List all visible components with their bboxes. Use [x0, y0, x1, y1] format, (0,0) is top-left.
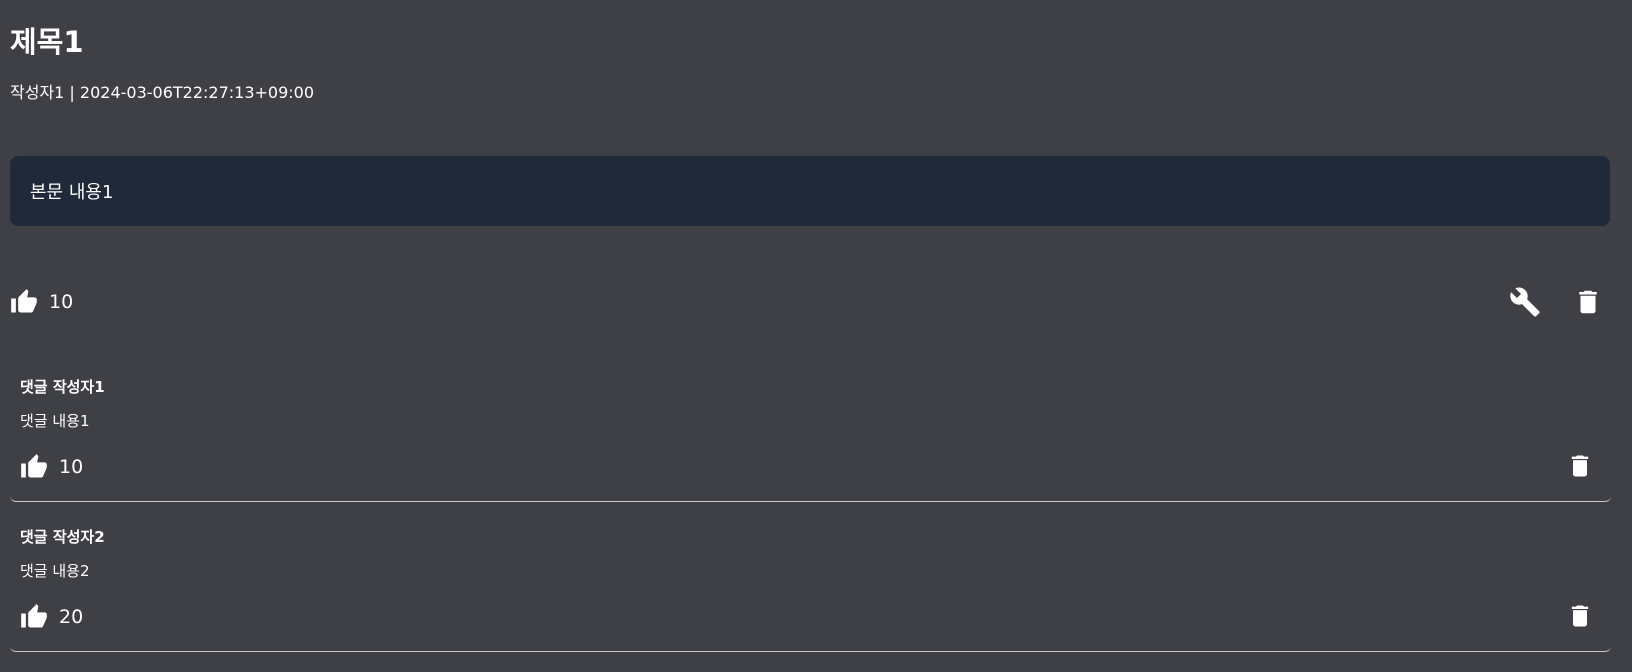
comment-like-button[interactable]: 10 [20, 449, 83, 485]
post-body-text: 본문 내용1 [30, 182, 114, 203]
thumbs-up-icon[interactable] [10, 288, 38, 316]
post-like-count: 10 [49, 291, 74, 313]
comment-content: 댓글 내용1 [20, 412, 90, 430]
thumbs-up-icon[interactable] [20, 453, 48, 481]
thumbs-up-icon[interactable] [20, 603, 48, 631]
post-title: 제목1 [10, 25, 84, 59]
comment-author: 댓글 작성자1 [20, 378, 105, 396]
comment-actions: 20 [20, 599, 1600, 633]
trash-icon[interactable] [1566, 602, 1594, 630]
trash-icon[interactable] [1573, 287, 1603, 317]
trash-icon[interactable] [1566, 452, 1594, 480]
comment-actions: 10 [20, 449, 1600, 483]
comment-item: 댓글 작성자2 댓글 내용2 20 [10, 505, 1611, 652]
comment-author: 댓글 작성자2 [20, 528, 105, 546]
comment-content: 댓글 내용2 [20, 562, 90, 580]
post-actions: 10 [10, 284, 1610, 320]
post-detail-page: 제목1 작성자1 | 2024-03-06T22:27:13+09:00 본문 … [0, 0, 1632, 672]
post-like-button[interactable]: 10 [10, 284, 73, 320]
wrench-icon[interactable] [1509, 286, 1541, 318]
post-body: 본문 내용1 [10, 156, 1610, 226]
comment-like-count: 10 [59, 456, 84, 478]
comment-like-count: 20 [59, 606, 84, 628]
comment-like-button[interactable]: 20 [20, 599, 83, 635]
post-meta: 작성자1 | 2024-03-06T22:27:13+09:00 [10, 83, 315, 102]
comment-item: 댓글 작성자1 댓글 내용1 10 [10, 355, 1611, 502]
